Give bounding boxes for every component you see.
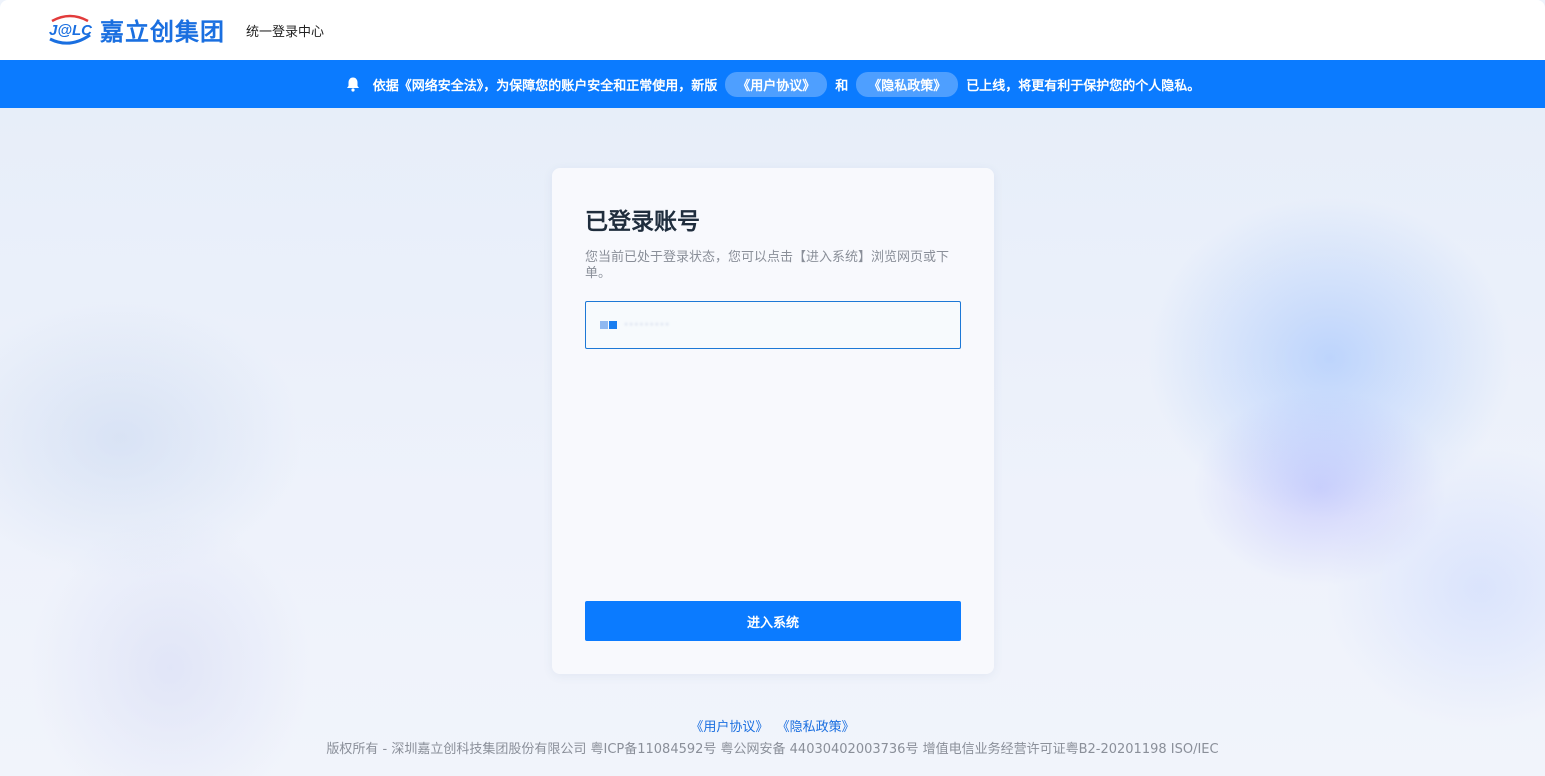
notice-privacy-policy-link[interactable]: 《隐私政策》 — [856, 71, 959, 97]
account-avatar-icon — [600, 321, 618, 329]
notice-text-after: 已上线，将更有利于保护您的个人隐私。 — [966, 78, 1201, 94]
logged-in-card: 已登录账号 您当前已处于登录状态，您可以点击【进入系统】浏览网页或下单。 ···… — [552, 168, 994, 674]
company-logo[interactable]: J@LC 嘉立创集团 — [46, 12, 225, 47]
account-display-field[interactable]: ········· — [585, 301, 961, 349]
notice-text-before: 依据《网络安全法》，为保障您的账户安全和正常使用，新版 — [372, 78, 718, 94]
top-header: J@LC 嘉立创集团 统一登录中心 — [0, 0, 1545, 60]
copyright-text: 版权所有 - 深圳嘉立创科技集团股份有限公司 粤ICP备11084592号 粤公… — [326, 742, 1219, 757]
jlc-logo-mark-icon: J@LC — [46, 13, 94, 47]
notice-text-and: 和 — [835, 78, 849, 94]
enter-system-button[interactable]: 进入系统 — [585, 601, 961, 641]
card-description: 您当前已处于登录状态，您可以点击【进入系统】浏览网页或下单。 — [585, 250, 950, 281]
card-title: 已登录账号 — [585, 209, 700, 235]
system-title: 统一登录中心 — [246, 25, 325, 40]
footer-links: 《用户协议》 《隐私政策》 — [0, 716, 1545, 735]
bell-icon — [345, 76, 361, 92]
footer-user-agreement-link[interactable]: 《用户协议》 — [690, 720, 768, 735]
account-name: ········· — [624, 317, 671, 333]
notice-user-agreement-link[interactable]: 《用户协议》 — [725, 71, 828, 97]
notice-banner: 依据《网络安全法》，为保障您的账户安全和正常使用，新版 《用户协议》 和 《隐私… — [0, 60, 1545, 108]
logo-company-name: 嘉立创集团 — [100, 18, 225, 46]
footer-privacy-policy-link[interactable]: 《隐私政策》 — [777, 720, 855, 735]
svg-text:J@LC: J@LC — [49, 22, 93, 39]
